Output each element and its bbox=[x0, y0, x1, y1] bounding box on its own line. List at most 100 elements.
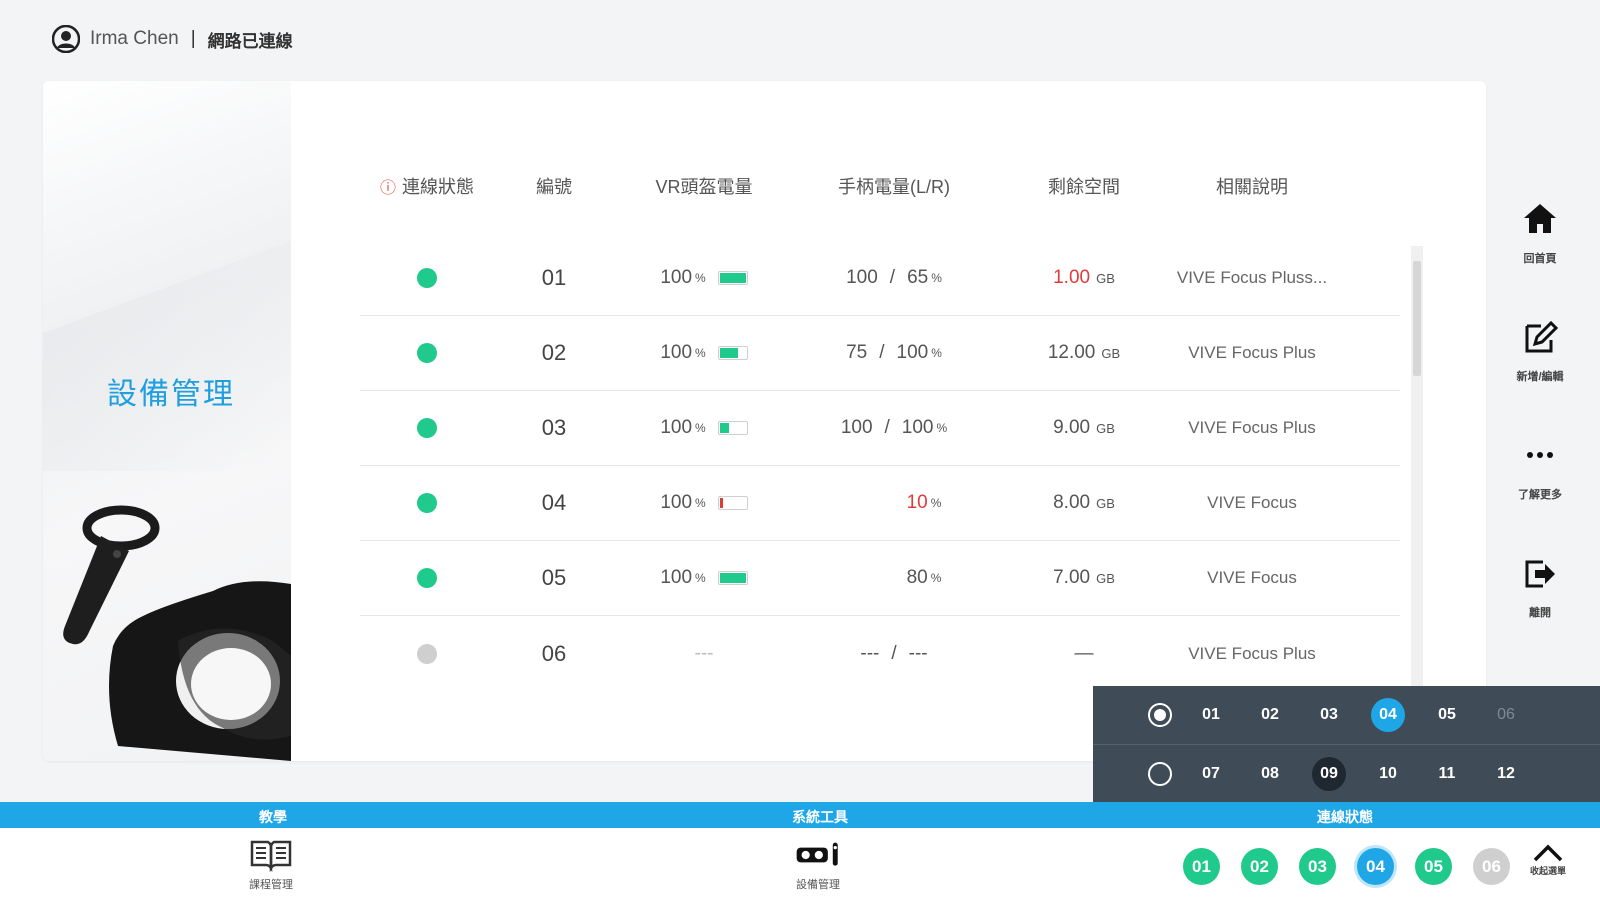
collapse-menu-label: 收起選單 bbox=[1530, 866, 1567, 876]
device-management-button[interactable]: 設備管理 bbox=[795, 838, 841, 892]
storage-value: — bbox=[1074, 642, 1094, 664]
table-row[interactable]: 04 100% 10% 8.00 GB VIVE Focus bbox=[360, 466, 1400, 541]
header-description: 相關說明 bbox=[1216, 177, 1288, 197]
percent-unit: % bbox=[695, 271, 706, 285]
headset-battery-icon bbox=[717, 421, 748, 435]
headset-battery-icon bbox=[717, 271, 748, 285]
table-header: ⓘ 連線狀態 編號 VR頭盔電量 手柄電量(L/R) 剩餘空間 相關說明 bbox=[360, 171, 1400, 201]
selector-radio-2[interactable] bbox=[1148, 761, 1172, 786]
selector-device-08[interactable]: 08 bbox=[1253, 757, 1287, 791]
table-row[interactable]: 06 --- --- / --- — VIVE Focus Plus bbox=[360, 616, 1400, 691]
nav-home[interactable]: 回首頁 bbox=[1500, 200, 1580, 318]
side-banner: 設備管理 bbox=[43, 81, 291, 761]
device-description: VIVE Focus Pluss... bbox=[1176, 268, 1328, 287]
right-controller-value: --- bbox=[908, 642, 928, 664]
device-id: 02 bbox=[541, 340, 567, 365]
storage-value: 7.00 bbox=[1053, 567, 1091, 588]
collapse-menu-button[interactable]: 收起選單 bbox=[1530, 842, 1566, 877]
user-bar: Irma Chen | 網路已連線 bbox=[52, 24, 293, 54]
table-row[interactable]: 05 100% 80% 7.00 GB VIVE Focus bbox=[360, 541, 1400, 616]
storage-unit: GB bbox=[1096, 270, 1115, 286]
course-management-button[interactable]: 課程管理 bbox=[248, 838, 294, 892]
connection-status-dot bbox=[417, 268, 437, 288]
user-avatar-icon[interactable] bbox=[52, 25, 80, 53]
storage-value: 8.00 bbox=[1053, 492, 1091, 513]
headset-battery-value: 100 bbox=[660, 267, 693, 288]
table-row[interactable]: 01 100% 100/65% 1.00 GB VIVE Focus Pluss.… bbox=[360, 241, 1400, 316]
headset-battery-icon bbox=[717, 346, 748, 360]
device-description: VIVE Focus bbox=[1207, 493, 1297, 512]
selector-device-02[interactable]: 02 bbox=[1253, 698, 1287, 732]
connection-status-dot bbox=[417, 418, 437, 438]
nav-more[interactable]: 了解更多 bbox=[1500, 436, 1580, 554]
headset-battery-value: 100 bbox=[660, 492, 693, 513]
table-body: 01 100% 100/65% 1.00 GB VIVE Focus Pluss.… bbox=[360, 241, 1400, 691]
label-teach: 教學 bbox=[259, 809, 287, 825]
selector-radio-1[interactable] bbox=[1148, 703, 1172, 727]
left-controller-value: 75 bbox=[846, 342, 868, 363]
percent-unit: % bbox=[695, 571, 706, 585]
device-status-list: 01 02 03 04 05 06 bbox=[1183, 848, 1510, 885]
device-id: 01 bbox=[541, 265, 567, 290]
selector-device-05[interactable]: 05 bbox=[1430, 698, 1464, 732]
label-connection: 連線狀態 bbox=[1317, 809, 1373, 825]
connection-status-dot bbox=[417, 493, 437, 513]
chevron-up-icon bbox=[1533, 844, 1563, 862]
connection-status-dot bbox=[417, 568, 437, 588]
selector-device-10[interactable]: 10 bbox=[1371, 757, 1405, 791]
warning-icon[interactable]: ⓘ bbox=[380, 174, 396, 198]
label-tools: 系統工具 bbox=[792, 809, 848, 825]
percent-unit: % bbox=[936, 421, 948, 435]
selector-device-07[interactable]: 07 bbox=[1194, 757, 1228, 791]
left-controller-value: --- bbox=[860, 642, 880, 664]
storage-unit: GB bbox=[1096, 570, 1115, 586]
right-controller-value: 10 bbox=[906, 492, 928, 513]
home-icon bbox=[1524, 204, 1556, 233]
footer-device-02[interactable]: 02 bbox=[1241, 848, 1278, 885]
header-headset-battery: VR頭盔電量 bbox=[655, 177, 753, 197]
footer: 課程管理 設備管理 01 02 03 04 05 06 收起選單 bbox=[0, 828, 1600, 900]
device-table: ⓘ 連線狀態 編號 VR頭盔電量 手柄電量(L/R) 剩餘空間 相關說明 01 … bbox=[360, 171, 1400, 691]
vr-device-icon bbox=[796, 842, 838, 866]
nav-exit[interactable]: 離開 bbox=[1500, 554, 1580, 672]
footer-device-05[interactable]: 05 bbox=[1415, 848, 1452, 885]
table-row[interactable]: 02 100% 75/100% 12.00 GB VIVE Focus Plus bbox=[360, 316, 1400, 391]
table-row[interactable]: 03 100% 100/100% 9.00 GB VIVE Focus Plus bbox=[360, 391, 1400, 466]
right-nav: 回首頁 新增/編輯 了解更多 離開 bbox=[1500, 200, 1580, 672]
left-controller-value: 100 bbox=[846, 267, 878, 288]
nav-more-label: 了解更多 bbox=[1518, 489, 1562, 501]
footer-device-04[interactable]: 04 bbox=[1357, 848, 1394, 885]
storage-value: 1.00 bbox=[1053, 267, 1091, 288]
page-title: 設備管理 bbox=[107, 378, 235, 411]
selector-device-03[interactable]: 03 bbox=[1312, 698, 1346, 732]
nav-edit[interactable]: 新增/編輯 bbox=[1500, 318, 1580, 436]
footer-device-01[interactable]: 01 bbox=[1183, 848, 1220, 885]
percent-unit: % bbox=[931, 346, 942, 360]
percent-unit: % bbox=[695, 421, 706, 435]
device-id: 04 bbox=[541, 490, 567, 515]
edit-icon bbox=[1525, 320, 1559, 353]
connection-status-dot bbox=[417, 643, 437, 664]
footer-device-06[interactable]: 06 bbox=[1473, 848, 1510, 885]
storage-unit: GB bbox=[1096, 495, 1115, 511]
selector-device-11[interactable]: 11 bbox=[1430, 757, 1464, 791]
right-controller-value: 80 bbox=[906, 567, 928, 588]
nav-home-label: 回首頁 bbox=[1523, 253, 1557, 265]
right-controller-value: 65 bbox=[907, 267, 929, 288]
percent-unit: % bbox=[695, 346, 706, 360]
percent-unit: % bbox=[695, 496, 706, 510]
storage-unit: GB bbox=[1101, 345, 1121, 361]
header-storage: 剩餘空間 bbox=[1048, 177, 1120, 197]
selector-device-09[interactable]: 09 bbox=[1312, 756, 1346, 791]
selector-row-2: 07 08 09 10 11 12 bbox=[1093, 744, 1600, 802]
device-description: VIVE Focus bbox=[1207, 568, 1297, 587]
selector-device-04[interactable]: 04 bbox=[1371, 698, 1405, 732]
selector-device-01[interactable]: 01 bbox=[1194, 698, 1228, 732]
device-selector: 01 02 03 04 05 06 07 08 09 10 11 12 bbox=[1093, 686, 1600, 802]
footer-device-03[interactable]: 03 bbox=[1299, 848, 1336, 885]
selector-device-12[interactable]: 12 bbox=[1489, 757, 1523, 791]
headset-battery-value: --- bbox=[694, 642, 714, 664]
selector-row-1: 01 02 03 04 05 06 bbox=[1093, 686, 1600, 744]
device-description: VIVE Focus Plus bbox=[1188, 418, 1316, 437]
scrollbar-thumb[interactable] bbox=[1413, 261, 1421, 376]
